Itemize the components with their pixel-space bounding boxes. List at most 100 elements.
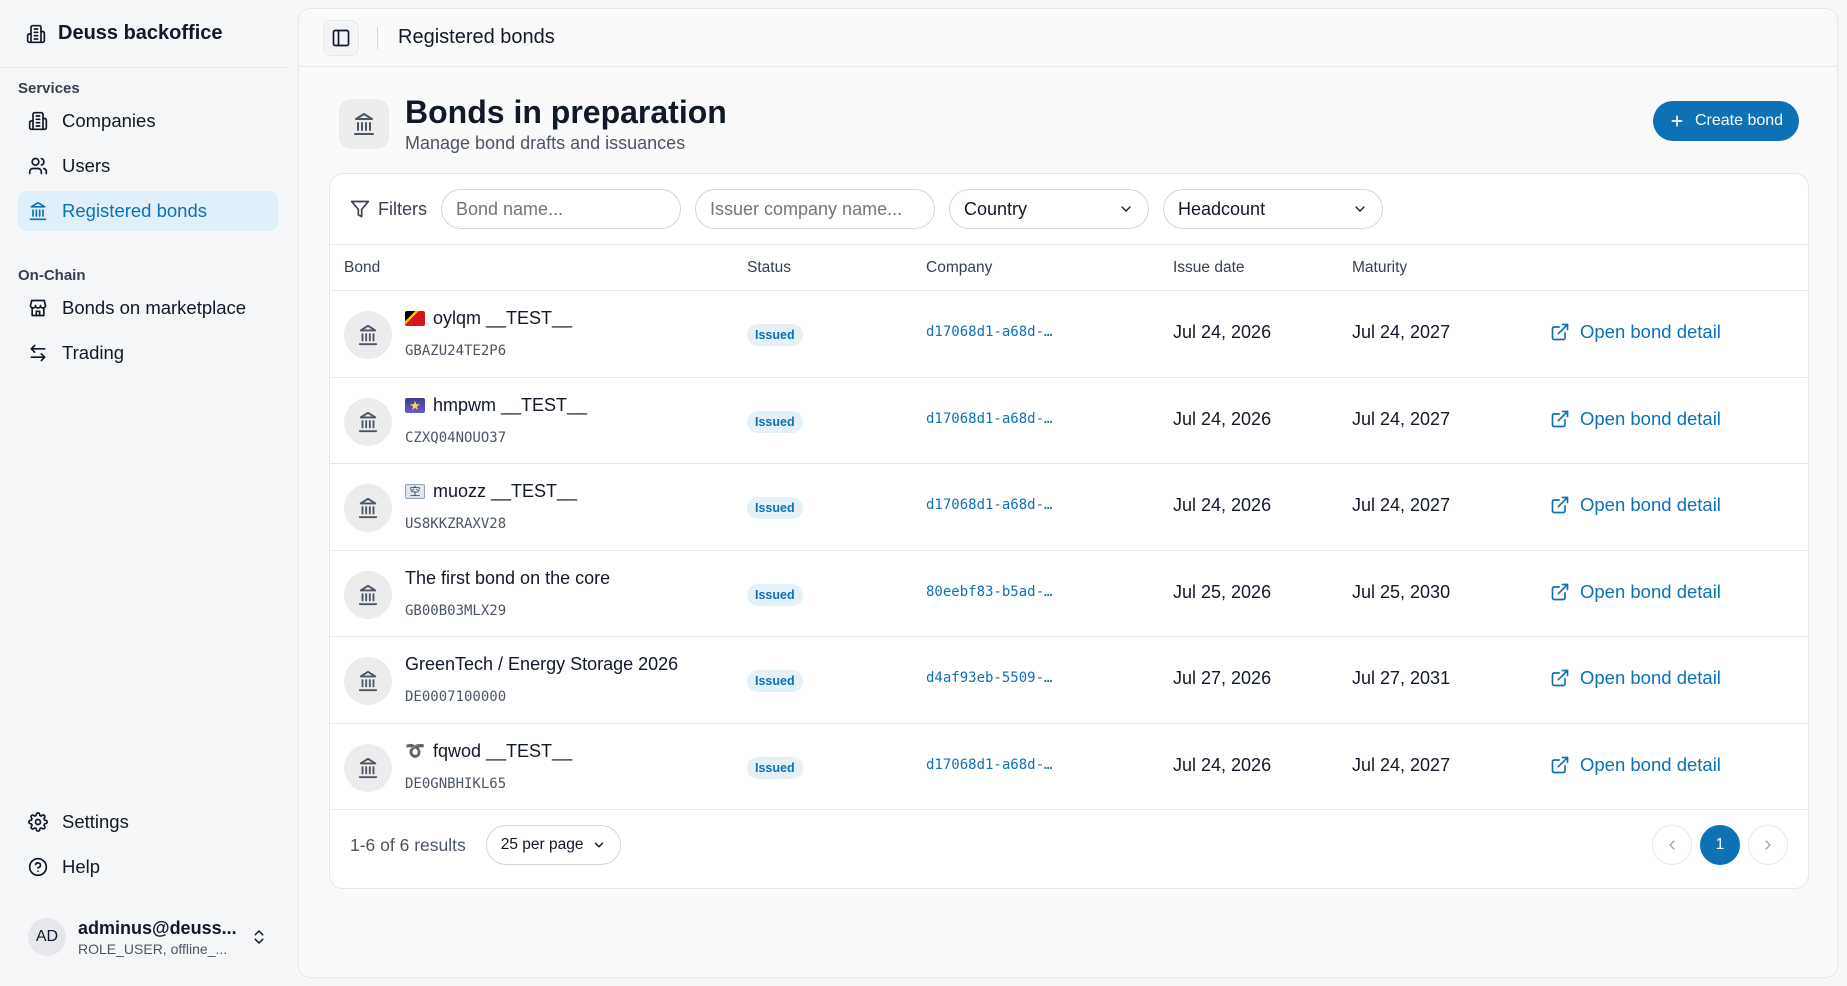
per-page-label: 25 per page bbox=[500, 836, 584, 853]
maturity-date: Jul 24, 2027 bbox=[1352, 754, 1451, 775]
open-bond-detail-link[interactable]: Open bond detail bbox=[1550, 408, 1721, 430]
panel-left-icon bbox=[332, 29, 350, 46]
bonds-card: Filters Country Headcount Bond Status Co… bbox=[329, 173, 1809, 889]
bond-isin: DE0007100000 bbox=[405, 689, 507, 705]
create-bond-button[interactable]: Create bond bbox=[1653, 101, 1799, 141]
page-subtitle: Manage bond drafts and issuances bbox=[405, 133, 686, 153]
sidebar-item-users[interactable]: Users bbox=[18, 146, 278, 186]
bond-name-text: The first bond on the core bbox=[405, 567, 611, 588]
nav-services: Services Companies Users Registered bond… bbox=[0, 80, 296, 231]
sidebar-item-help[interactable]: Help bbox=[18, 847, 278, 887]
gear-icon bbox=[28, 812, 48, 832]
issue-date: Jul 27, 2026 bbox=[1173, 668, 1272, 688]
table-row[interactable]: GreenTech / Energy Storage 2026 DE0007100… bbox=[330, 637, 1808, 724]
group-label-on-chain: On-Chain bbox=[18, 267, 86, 284]
sidebar-item-bonds-on-marketplace[interactable]: Bonds on marketplace bbox=[18, 288, 278, 328]
prev-page-button[interactable] bbox=[1652, 825, 1692, 865]
bank-icon bbox=[344, 397, 392, 446]
sidebar-item-registered-bonds[interactable]: Registered bonds bbox=[18, 191, 278, 231]
building-icon bbox=[26, 24, 46, 43]
brand[interactable]: Deuss backoffice bbox=[0, 0, 286, 68]
next-page-button[interactable] bbox=[1748, 825, 1788, 865]
table-row[interactable]: ➰ fqwod __TEST__ DE0GNBHIKL65 Issued d17068d… bbox=[330, 724, 1808, 810]
company-link[interactable]: d17068d1-a68d-… bbox=[926, 757, 1052, 773]
open-bond-detail-link[interactable]: Open bond detail bbox=[1550, 667, 1721, 689]
external-link-icon bbox=[1551, 583, 1569, 600]
bond-isin: US8KKZRAXV28 bbox=[405, 516, 507, 532]
curly-loop-icon: ➰ bbox=[405, 742, 425, 760]
country-select-label: Country bbox=[964, 198, 1028, 219]
sidebar-item-settings[interactable]: Settings bbox=[18, 802, 278, 842]
table-row[interactable]: ★ hmpwm __TEST__ CZXQ04NOUO37 Issued d17068d… bbox=[330, 378, 1808, 464]
sidebar-item-companies[interactable]: Companies bbox=[18, 101, 278, 141]
bond-name-text: muozz __TEST__ bbox=[433, 481, 578, 501]
company-link[interactable]: d17068d1-a68d-… bbox=[926, 324, 1052, 340]
bank-icon bbox=[344, 657, 392, 705]
building-icon bbox=[28, 111, 48, 131]
company-link[interactable]: d4af93eb-5509-… bbox=[926, 670, 1052, 686]
user-menu[interactable]: AD adminus@deuss... ROLE_USER, offline_.… bbox=[18, 908, 278, 966]
open-bond-detail-link[interactable]: Open bond detail bbox=[1550, 321, 1721, 343]
bond-isin: DE0GNBHIKL65 bbox=[405, 775, 507, 792]
table-row[interactable]: The first bond on the core GB00B03MLX29 Is… bbox=[330, 551, 1808, 637]
issue-date: Jul 24, 2026 bbox=[1173, 322, 1272, 342]
maturity-date: Jul 25, 2030 bbox=[1352, 581, 1451, 602]
main-panel: Registered bonds Bonds in preparation Ma… bbox=[298, 8, 1838, 978]
table-body: oylqm __TEST__ GBAZU24TE2P6 Issued d17068d1… bbox=[330, 291, 1808, 810]
per-page-select[interactable]: 25 per page bbox=[485, 825, 621, 865]
page-title: Bonds in preparation bbox=[405, 94, 727, 130]
table-row[interactable]: oylqm __TEST__ GBAZU24TE2P6 Issued d17068d1… bbox=[330, 291, 1808, 378]
bond-name-text: oylqm __TEST__ bbox=[433, 308, 573, 328]
page-button-current[interactable]: 1 bbox=[1700, 825, 1740, 865]
filters-label: Filters bbox=[350, 199, 427, 220]
filter-icon bbox=[350, 200, 370, 218]
bond-name-input[interactable] bbox=[441, 189, 681, 229]
open-bond-detail-label: Open bond detail bbox=[1580, 580, 1721, 602]
sidebar-toggle-button[interactable] bbox=[323, 19, 359, 56]
topbar-divider bbox=[377, 26, 378, 49]
open-bond-detail-link[interactable]: Open bond detail bbox=[1550, 581, 1721, 603]
topbar: Registered bonds bbox=[299, 9, 1837, 67]
nav-bottom: Settings Help bbox=[0, 802, 296, 887]
chevron-right-icon bbox=[1765, 840, 1771, 850]
company-link[interactable]: d17068d1-a68d-… bbox=[926, 411, 1052, 427]
company-link[interactable]: 80eebf83-b5ad-… bbox=[926, 584, 1052, 600]
flag-icon bbox=[405, 311, 425, 326]
open-bond-detail-label: Open bond detail bbox=[1580, 667, 1721, 688]
user-role: ROLE_USER, offline_... bbox=[78, 940, 228, 957]
sidebar-item-trading[interactable]: Trading bbox=[18, 333, 278, 373]
status-badge: Issued bbox=[747, 410, 803, 433]
table-row[interactable]: 空 muozz __TEST__ US8KKZRAXV28 Issued d17068d… bbox=[330, 464, 1808, 551]
country-select[interactable]: Country bbox=[949, 189, 1149, 229]
sidebar-item-label: Registered bonds bbox=[62, 200, 208, 221]
page-header: Bonds in preparation Manage bond drafts … bbox=[339, 94, 727, 154]
issuer-company-input[interactable] bbox=[695, 189, 935, 229]
bank-icon bbox=[344, 743, 392, 792]
user-email: adminus@deuss... bbox=[78, 917, 237, 938]
bond-isin: GBAZU24TE2P6 bbox=[405, 343, 507, 359]
pagination: 1 bbox=[1652, 825, 1788, 865]
chevron-down-icon bbox=[594, 842, 603, 848]
table-footer: 1-6 of 6 results 25 per page 1 bbox=[330, 801, 1808, 888]
store-icon bbox=[29, 299, 47, 317]
headcount-select[interactable]: Headcount bbox=[1163, 189, 1383, 229]
open-bond-detail-link[interactable]: Open bond detail bbox=[1550, 494, 1721, 516]
column-header-status: Status bbox=[747, 259, 791, 276]
status-badge: Issued bbox=[747, 497, 803, 519]
company-link[interactable]: d17068d1-a68d-… bbox=[926, 497, 1052, 513]
chevron-left-icon bbox=[1669, 840, 1675, 850]
open-bond-detail-label: Open bond detail bbox=[1580, 407, 1721, 429]
help-icon bbox=[28, 857, 48, 877]
create-bond-label: Create bond bbox=[1694, 112, 1784, 129]
status-badge: Issued bbox=[747, 583, 803, 606]
external-link-icon bbox=[1551, 410, 1569, 427]
column-header-maturity: Maturity bbox=[1352, 259, 1408, 276]
chevron-down-icon bbox=[1355, 206, 1365, 212]
sidebar-item-label: Companies bbox=[62, 110, 156, 131]
group-label-services: Services bbox=[18, 80, 80, 97]
sidebar-item-label: Settings bbox=[62, 811, 129, 832]
bond-name-text: fqwod __TEST__ bbox=[433, 740, 573, 761]
bond-name: The first bond on the core bbox=[405, 568, 610, 589]
nav-on-chain: On-Chain Bonds on marketplace Trading bbox=[0, 267, 296, 373]
open-bond-detail-link[interactable]: Open bond detail bbox=[1550, 754, 1721, 776]
